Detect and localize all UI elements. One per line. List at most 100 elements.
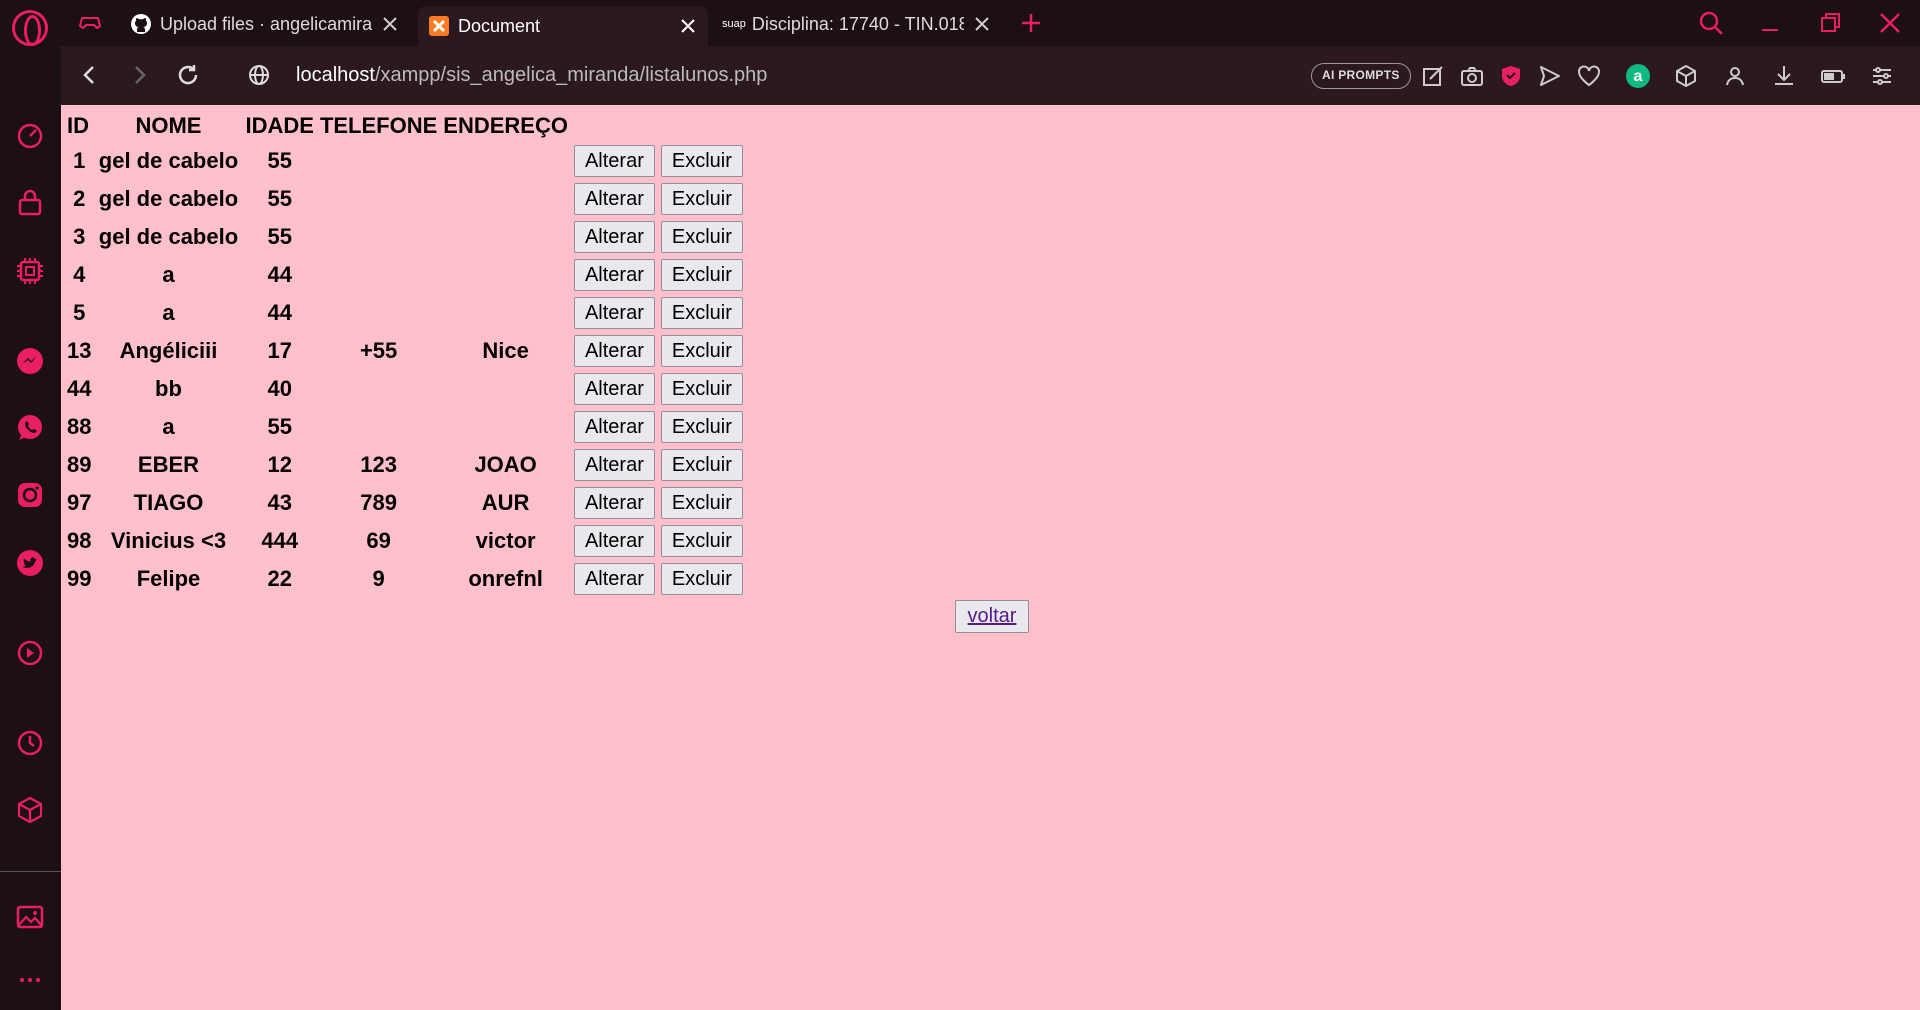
cell-endereco: onrefnl [468, 566, 543, 591]
forward-arrow-icon[interactable] [126, 62, 152, 88]
table-row: 98 Vinicius <3 444 69 victor Alterar Excluir [65, 523, 745, 559]
more-icon[interactable] [14, 964, 46, 996]
delete-button[interactable]: Excluir [660, 563, 743, 595]
back-link[interactable]: voltar [968, 605, 1017, 628]
cell-nome: Felipe [136, 566, 201, 591]
back-arrow-icon[interactable] [77, 62, 103, 88]
extension-a-icon[interactable]: a [1625, 63, 1651, 89]
cell-telefone [318, 371, 439, 407]
cell-edit: Alterar [572, 295, 657, 331]
speed-dial-icon[interactable] [14, 120, 46, 152]
shopping-bag-icon[interactable] [14, 188, 46, 220]
delete-button[interactable]: Excluir [660, 297, 743, 329]
cell-endereco [441, 181, 570, 217]
delete-button[interactable]: Excluir [660, 259, 743, 291]
edit-button[interactable]: Alterar [573, 297, 655, 329]
opera-logo-icon[interactable] [12, 10, 48, 46]
history-clock-icon[interactable] [14, 727, 46, 759]
delete-button[interactable]: Excluir [660, 487, 743, 519]
tab-disciplina[interactable]: suap Disciplina: 17740 - TIN.0184 [712, 6, 1002, 42]
new-tab-plus-icon[interactable] [1016, 8, 1046, 38]
tab-document[interactable]: Document [418, 6, 708, 46]
search-tabs-icon[interactable] [1696, 8, 1726, 38]
cell-delete: Excluir [659, 143, 745, 179]
cell-telefone [318, 257, 439, 293]
extensions-cube-icon[interactable] [14, 794, 46, 826]
suap-icon: suap [722, 18, 746, 30]
cell-id: 1 [73, 148, 86, 173]
close-tab-icon[interactable] [380, 14, 400, 34]
cell-id: 2 [73, 186, 86, 211]
heart-icon[interactable] [1576, 63, 1602, 89]
delete-button[interactable]: Excluir [660, 335, 743, 367]
cell-idade: 43 [267, 490, 292, 515]
table-header-row: ID NOME IDADE TELEFONE ENDEREÇO [65, 111, 745, 141]
whatsapp-icon[interactable] [14, 412, 46, 444]
delete-button[interactable]: Excluir [660, 449, 743, 481]
edit-button[interactable]: Alterar [573, 373, 655, 405]
send-icon[interactable] [1537, 63, 1563, 89]
twitter-icon[interactable] [14, 547, 46, 579]
cell-telefone [318, 181, 439, 217]
edit-button[interactable]: Alterar [573, 487, 655, 519]
instagram-icon[interactable] [14, 479, 46, 511]
edit-button[interactable]: Alterar [573, 563, 655, 595]
close-tab-icon[interactable] [972, 14, 992, 34]
close-window-icon[interactable] [1875, 8, 1905, 38]
cell-nome: gel de cabelo [98, 148, 239, 173]
delete-button[interactable]: Excluir [660, 221, 743, 253]
edit-button[interactable]: Alterar [573, 449, 655, 481]
gallery-icon[interactable] [14, 901, 46, 933]
edit-button[interactable]: Alterar [573, 411, 655, 443]
delete-button[interactable]: Excluir [660, 411, 743, 443]
cell-edit: Alterar [572, 485, 657, 521]
extensions-cube-icon[interactable] [1673, 63, 1699, 89]
edit-button[interactable]: Alterar [573, 525, 655, 557]
profile-icon[interactable] [1722, 63, 1748, 89]
edit-button[interactable]: Alterar [573, 145, 655, 177]
table-row: 4 a 44 Alterar Excluir [65, 257, 745, 293]
camera-icon[interactable] [1459, 63, 1485, 89]
cell-delete: Excluir [659, 219, 745, 255]
edit-button[interactable]: Alterar [573, 259, 655, 291]
cell-telefone: 69 [366, 528, 391, 553]
player-icon[interactable] [14, 637, 46, 669]
back-button[interactable]: voltar [955, 600, 1029, 633]
edit-button[interactable]: Alterar [573, 335, 655, 367]
cell-idade: 44 [267, 300, 292, 325]
gamepad-icon[interactable] [78, 10, 102, 34]
table-row: 2 gel de cabelo 55 Alterar Excluir [65, 181, 745, 217]
cell-telefone: 123 [360, 452, 397, 477]
reload-icon[interactable] [175, 62, 201, 88]
messenger-icon[interactable] [14, 345, 46, 377]
ai-prompts-button[interactable]: AI PROMPTS [1311, 63, 1411, 89]
restore-icon[interactable] [1815, 8, 1845, 38]
edit-share-icon[interactable] [1420, 63, 1446, 89]
globe-icon[interactable] [246, 62, 272, 88]
delete-button[interactable]: Excluir [660, 145, 743, 177]
minimize-icon[interactable] [1755, 8, 1785, 38]
download-icon[interactable] [1771, 63, 1797, 89]
chip-icon[interactable] [14, 255, 46, 287]
tab-upload-files[interactable]: Upload files · angelicamiranda [120, 6, 410, 42]
adblock-shield-icon[interactable] [1498, 63, 1524, 89]
cell-edit: Alterar [572, 257, 657, 293]
table-row: 13 Angéliciii 17 +55 Nice Alterar Excluir [65, 333, 745, 369]
close-tab-icon[interactable] [678, 16, 698, 36]
header-actions [572, 111, 657, 141]
delete-button[interactable]: Excluir [660, 183, 743, 215]
delete-button[interactable]: Excluir [660, 525, 743, 557]
sidebar [0, 46, 61, 1010]
url-field[interactable]: localhost/xampp/sis_angelica_miranda/lis… [296, 64, 767, 87]
header-telefone: TELEFONE [319, 113, 438, 138]
delete-button[interactable]: Excluir [660, 373, 743, 405]
table-row: 5 a 44 Alterar Excluir [65, 295, 745, 331]
battery-saver-icon[interactable] [1820, 63, 1846, 89]
cell-telefone [318, 143, 439, 179]
cell-edit: Alterar [572, 181, 657, 217]
easy-setup-icon[interactable] [1869, 63, 1895, 89]
edit-button[interactable]: Alterar [573, 183, 655, 215]
table-row: 3 gel de cabelo 55 Alterar Excluir [65, 219, 745, 255]
edit-button[interactable]: Alterar [573, 221, 655, 253]
tab-title: Document [458, 15, 541, 36]
